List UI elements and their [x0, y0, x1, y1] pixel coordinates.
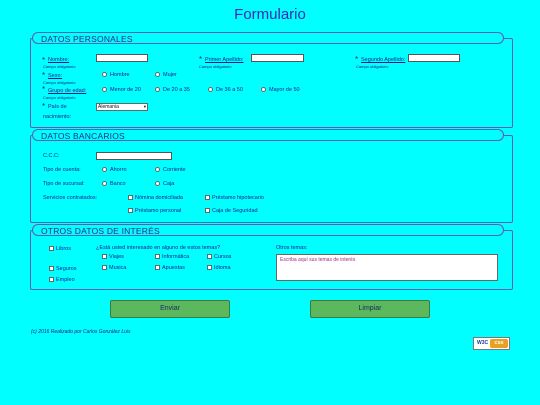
edad-20-35-radio[interactable]	[155, 87, 160, 92]
required-asterisk-icon: *	[42, 102, 46, 111]
servicio-personal-checkbox[interactable]	[128, 208, 133, 213]
w3c-css-badge[interactable]: W3C css	[473, 337, 510, 350]
sexo-hombre-label: Hombre	[110, 72, 130, 78]
otros-temas-label: Otros temas:	[276, 245, 308, 251]
edad-36-50-label: De 36 a 50	[216, 87, 243, 93]
ccc-input[interactable]	[96, 152, 172, 160]
tema-apuestas-label: Apuestas	[162, 265, 185, 271]
libros-checkbox[interactable]	[49, 246, 54, 251]
empleo-label: Empleo	[56, 277, 75, 283]
empleo-checkbox[interactable]	[49, 277, 54, 282]
pais-label-line2: nacimiento:	[43, 114, 72, 120]
edad-mayor50-radio[interactable]	[261, 87, 266, 92]
servicio-hipotecario-label: Préstamo hipotecario	[212, 195, 264, 201]
sucursal-caja-radio[interactable]	[155, 181, 160, 186]
section-datos-personales	[30, 38, 513, 128]
segundo-apellido-required-note: Campo obligatorio	[356, 64, 389, 69]
edad-36-50-radio[interactable]	[208, 87, 213, 92]
sexo-mujer-label: Mujer	[163, 72, 177, 78]
sexo-label: Sexo:	[48, 73, 63, 79]
cuenta-corriente-label: Corriente	[163, 167, 186, 173]
seguros-checkbox[interactable]	[49, 266, 54, 271]
tema-informatica-checkbox[interactable]	[155, 254, 160, 259]
segundo-apellido-input[interactable]	[408, 54, 460, 62]
segundo-apellido-label: Segundo Apellido:	[361, 57, 406, 63]
sucursal-label: Tipo de sucursal:	[43, 181, 85, 187]
limpiar-button[interactable]: Limpiar	[310, 300, 430, 318]
sexo-mujer-radio[interactable]	[155, 72, 160, 77]
tema-musica-checkbox[interactable]	[102, 265, 107, 270]
tema-viajes-checkbox[interactable]	[102, 254, 107, 259]
nombre-required-note: Campo obligatorio	[43, 64, 76, 69]
legend-datos-personales: DATOS PERSONALES	[32, 32, 504, 44]
tema-cursos-label: Cursos	[214, 254, 232, 260]
tema-informatica-label: Informática	[162, 254, 190, 260]
servicio-hipotecario-checkbox[interactable]	[205, 195, 210, 200]
edad-mayor50-label: Mayor de 50	[269, 87, 300, 93]
servicio-nomina-checkbox[interactable]	[128, 195, 133, 200]
page-title: Formulario	[234, 6, 306, 23]
servicio-nomina-label: Nómina domiciliada	[135, 195, 183, 201]
chevron-down-icon: ▾	[143, 104, 146, 109]
seguros-label: Seguros	[56, 266, 77, 272]
sucursal-banco-label: Banco	[110, 181, 126, 187]
w3c-logo-text: W3C	[477, 340, 489, 346]
sexo-required-note: Campo obligatorio	[43, 80, 76, 85]
tema-cursos-checkbox[interactable]	[207, 254, 212, 259]
pais-select-value: Alemania	[98, 104, 119, 110]
primer-apellido-label: Primer Apellido:	[205, 57, 244, 63]
interes-question: ¿Está usted interesado en alguno de esto…	[96, 245, 221, 251]
servicio-personal-label: Préstamo personal	[135, 208, 182, 214]
cuenta-ahorro-label: Ahorro	[110, 167, 127, 173]
sexo-hombre-radio[interactable]	[102, 72, 107, 77]
edad-required-note: Campo obligatorio	[43, 95, 76, 100]
edad-menor20-radio[interactable]	[102, 87, 107, 92]
tema-idioma-checkbox[interactable]	[207, 265, 212, 270]
tema-musica-label: Musica	[109, 265, 127, 271]
section-datos-bancarios	[30, 135, 513, 223]
servicio-seguridad-checkbox[interactable]	[205, 208, 210, 213]
libros-label: Libros	[56, 246, 71, 252]
cuenta-corriente-radio[interactable]	[155, 167, 160, 172]
tema-apuestas-checkbox[interactable]	[155, 265, 160, 270]
pais-select[interactable]: Alemania ▾	[96, 103, 148, 111]
edad-menor20-label: Menor de 20	[110, 87, 141, 93]
servicio-seguridad-label: Caja de Seguridad	[212, 208, 258, 214]
cuenta-label: Tipo de cuenta:	[43, 167, 81, 173]
legend-otros-datos: OTROS DATOS DE INTERÉS	[32, 224, 504, 236]
required-asterisk-icon: *	[42, 85, 46, 94]
edad-20-35-label: De 20 a 35	[163, 87, 190, 93]
sucursal-banco-radio[interactable]	[102, 181, 107, 186]
otros-temas-textarea[interactable]: Escriba aquí sus temas de interés	[276, 254, 498, 281]
nombre-input[interactable]	[96, 54, 148, 62]
required-asterisk-icon: *	[199, 55, 203, 64]
legend-datos-bancarios: DATOS BANCARIOS	[32, 129, 504, 141]
primer-apellido-required-note: Campo obligatorio	[199, 64, 232, 69]
css-badge-label: css	[490, 339, 508, 348]
otros-temas-placeholder: Escriba aquí sus temas de interés	[280, 257, 356, 263]
sucursal-caja-label: Caja	[163, 181, 175, 187]
edad-label: Grupo de edad:	[48, 88, 87, 94]
enviar-button[interactable]: Enviar	[110, 300, 230, 318]
cuenta-ahorro-radio[interactable]	[102, 167, 107, 172]
primer-apellido-input[interactable]	[251, 54, 304, 62]
pais-label-line1: País de	[48, 104, 67, 110]
footer-credits: (c) 2016 Realizado por Carlos González L…	[31, 329, 131, 335]
nombre-label: Nombre:	[48, 57, 70, 63]
tema-viajes-label: Viajes	[109, 254, 124, 260]
required-asterisk-icon: *	[42, 71, 46, 80]
required-asterisk-icon: *	[355, 55, 359, 64]
servicios-label: Servicios contratados:	[43, 195, 98, 201]
tema-idioma-label: Idioma	[214, 265, 231, 271]
ccc-label: C.C.C:	[43, 153, 60, 159]
